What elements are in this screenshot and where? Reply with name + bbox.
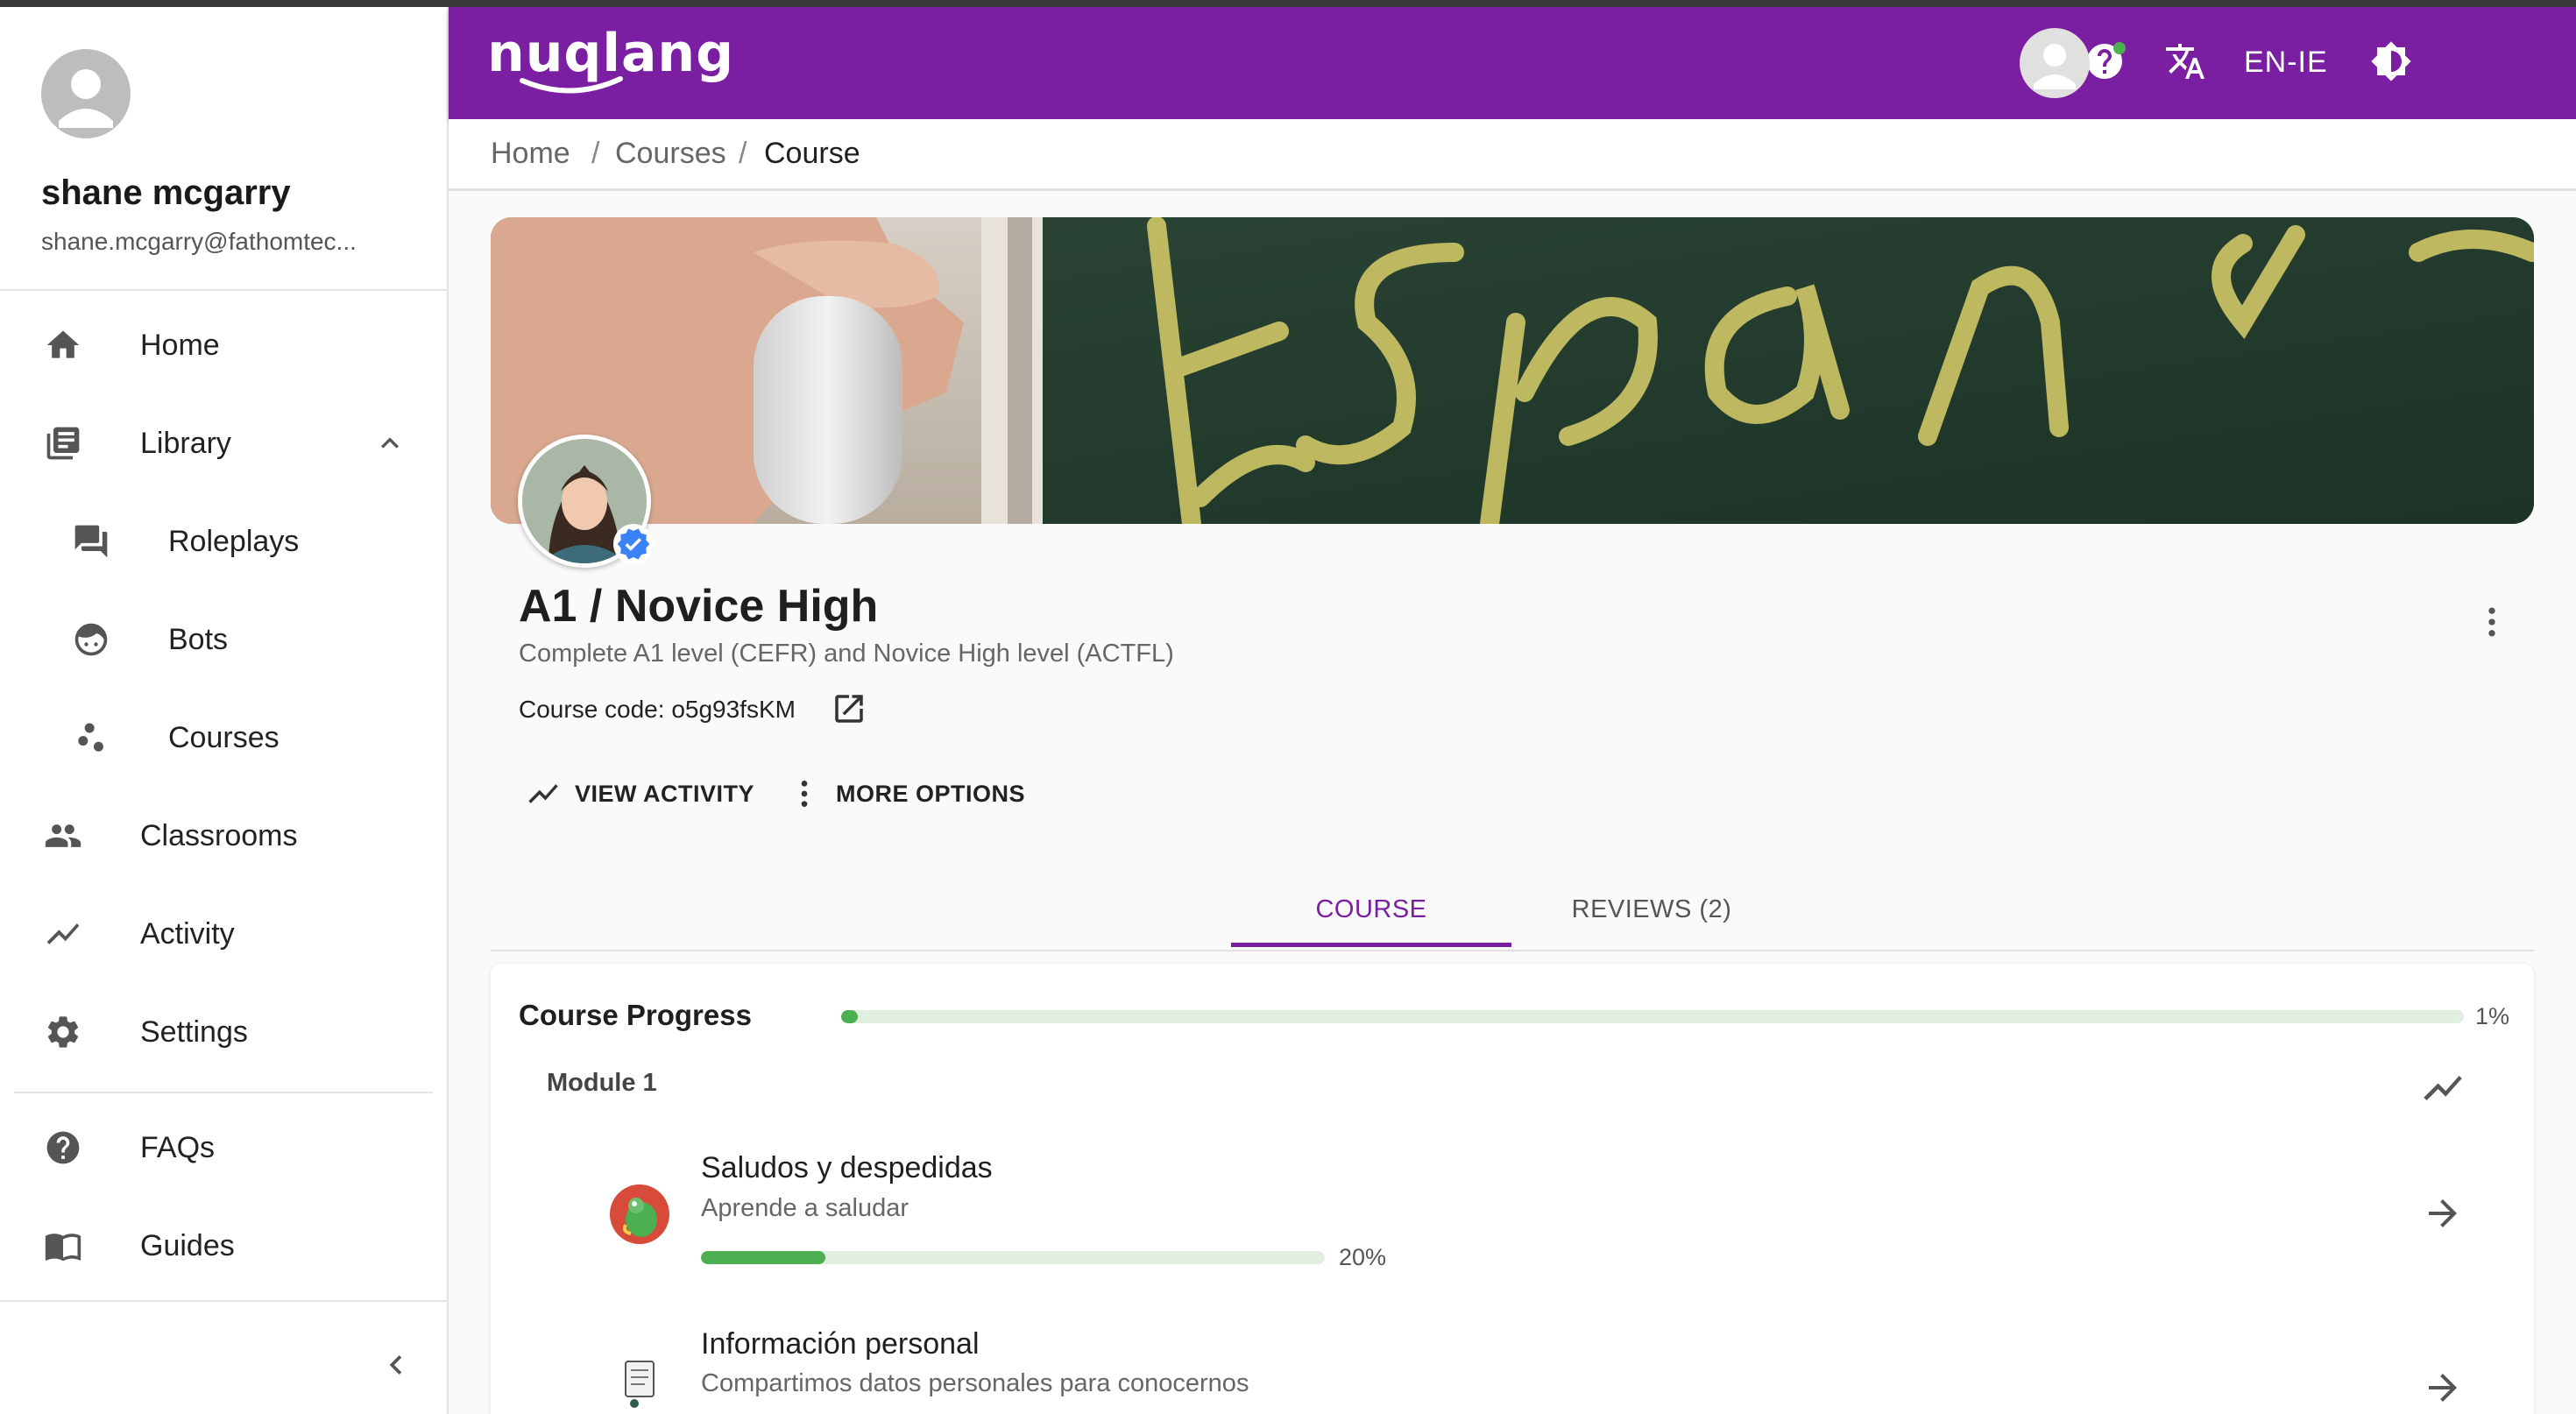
- sidebar-item-label: Roleplays: [168, 524, 300, 558]
- lesson-subtitle: Aprende a saludar: [701, 1194, 909, 1222]
- lesson-progress-bar: [701, 1251, 1325, 1264]
- sidebar-item-label: Courses: [168, 720, 280, 754]
- tab-reviews[interactable]: REVIEWS (2): [1511, 867, 1792, 951]
- lesson-title[interactable]: Información personal: [701, 1327, 980, 1361]
- tab-course[interactable]: COURSE: [1231, 867, 1511, 951]
- course-subtitle: Complete A1 level (CEFR) and Novice High…: [519, 640, 1174, 668]
- sidebar-item-label: Bots: [168, 622, 229, 656]
- breadcrumb-separator: /: [739, 137, 747, 170]
- courses-dots-icon: [70, 717, 112, 759]
- gear-icon: [42, 1011, 84, 1053]
- lesson-progress-percent: 20%: [1339, 1244, 1387, 1270]
- view-activity-label: VIEW ACTIVITY: [575, 780, 755, 807]
- sidebar-item-courses[interactable]: Courses: [0, 694, 447, 781]
- sidebar-item-home[interactable]: Home: [0, 301, 447, 389]
- sidebar-item-label: Library: [140, 426, 231, 460]
- chat-icon: [70, 520, 112, 562]
- course-banner-image: [491, 217, 2534, 524]
- sidebar-item-label: Activity: [140, 916, 235, 951]
- breadcrumb-home[interactable]: Home: [491, 137, 570, 171]
- sidebar-item-faqs[interactable]: FAQs: [0, 1104, 447, 1191]
- notepad-mascot-icon: [610, 1354, 669, 1414]
- lesson-thumbnail: [605, 1179, 675, 1249]
- lesson-subtitle: Compartimos datos personales para conoce…: [701, 1369, 1249, 1397]
- sidebar-item-activity[interactable]: Activity: [0, 890, 447, 978]
- sidebar-divider: [0, 1300, 447, 1302]
- module-label: Module 1: [547, 1069, 657, 1097]
- sidebar: shane mcgarry shane.mcgarry@fathomtec...…: [0, 7, 449, 1414]
- book-open-icon: [42, 1225, 84, 1267]
- sidebar-divider: [0, 289, 447, 291]
- theme-toggle-icon[interactable]: [2367, 37, 2416, 86]
- open-external-icon[interactable]: [831, 690, 867, 727]
- verified-badge-icon: [613, 524, 654, 564]
- activity-icon: [528, 784, 558, 803]
- account-avatar[interactable]: [2020, 28, 2090, 98]
- sidebar-divider: [14, 1092, 433, 1093]
- more-options-label: MORE OPTIONS: [836, 780, 1026, 807]
- sidebar-item-library[interactable]: Library: [0, 399, 447, 487]
- sidebar-item-settings[interactable]: Settings: [0, 988, 447, 1076]
- logo-swoosh-icon: [520, 76, 623, 94]
- sidebar-item-label: Classrooms: [140, 818, 298, 852]
- course-progress-bar: [841, 1010, 2464, 1023]
- arrow-right-icon[interactable]: [2422, 1192, 2464, 1234]
- breadcrumb-courses[interactable]: Courses: [615, 137, 726, 171]
- user-avatar[interactable]: [41, 49, 131, 138]
- people-icon: [42, 815, 84, 857]
- user-name: shane mcgarry: [41, 173, 291, 212]
- more-vert-icon: [801, 781, 808, 807]
- activity-icon[interactable]: [2420, 1065, 2466, 1111]
- course-progress-label: Course Progress: [519, 999, 752, 1031]
- home-icon: [42, 324, 84, 366]
- bot-face-icon: [70, 619, 112, 661]
- sidebar-item-label: Guides: [140, 1228, 235, 1262]
- translate-icon[interactable]: [2161, 37, 2210, 86]
- more-vert-icon[interactable]: [2473, 603, 2511, 641]
- lesson-progress-fill: [701, 1251, 826, 1264]
- dragon-mascot-icon: [610, 1184, 669, 1244]
- user-email: shane.mcgarry@fathomtec...: [41, 228, 357, 255]
- breadcrumb: Home / Courses / Course: [449, 119, 2576, 191]
- chalkboard-image: [491, 217, 2534, 524]
- active-tab-indicator: [1231, 943, 1511, 947]
- sidebar-item-classrooms[interactable]: Classrooms: [0, 792, 447, 880]
- course-progress-fill: [841, 1010, 858, 1023]
- library-icon: [42, 422, 84, 464]
- activity-icon: [42, 913, 84, 955]
- arrow-right-icon[interactable]: [2422, 1367, 2464, 1409]
- notification-dot: [2113, 42, 2126, 54]
- more-options-button[interactable]: MORE OPTIONS: [787, 773, 1025, 815]
- course-code: Course code: o5g93fsKM: [519, 696, 796, 723]
- sidebar-item-bots[interactable]: Bots: [0, 596, 447, 683]
- person-icon: [59, 69, 113, 128]
- help-circle-icon: [42, 1127, 84, 1169]
- course-tabs: COURSE REVIEWS (2): [491, 867, 2534, 951]
- lesson-title[interactable]: Saludos y despedidas: [701, 1151, 993, 1185]
- window-top-edge: [0, 0, 2576, 7]
- sidebar-item-label: FAQs: [140, 1130, 216, 1164]
- chevron-left-icon[interactable]: [377, 1346, 415, 1384]
- sidebar-item-roleplays[interactable]: Roleplays: [0, 498, 447, 585]
- language-selector[interactable]: EN-IE: [2244, 46, 2328, 80]
- chevron-up-icon[interactable]: [372, 426, 407, 461]
- sidebar-item-guides[interactable]: Guides: [0, 1202, 447, 1290]
- person-icon: [2034, 44, 2076, 89]
- course-progress-percent: 1%: [2475, 1003, 2510, 1029]
- sidebar-item-label: Settings: [140, 1015, 248, 1049]
- breadcrumb-separator: /: [591, 137, 600, 170]
- app-bar: nuqlang EN-IE: [449, 7, 2576, 119]
- sidebar-item-label: Home: [140, 328, 220, 362]
- course-title: A1 / Novice High: [519, 581, 879, 632]
- view-activity-button[interactable]: VIEW ACTIVITY: [526, 773, 754, 815]
- lesson-thumbnail: [605, 1349, 675, 1414]
- breadcrumb-current: Course: [764, 137, 860, 170]
